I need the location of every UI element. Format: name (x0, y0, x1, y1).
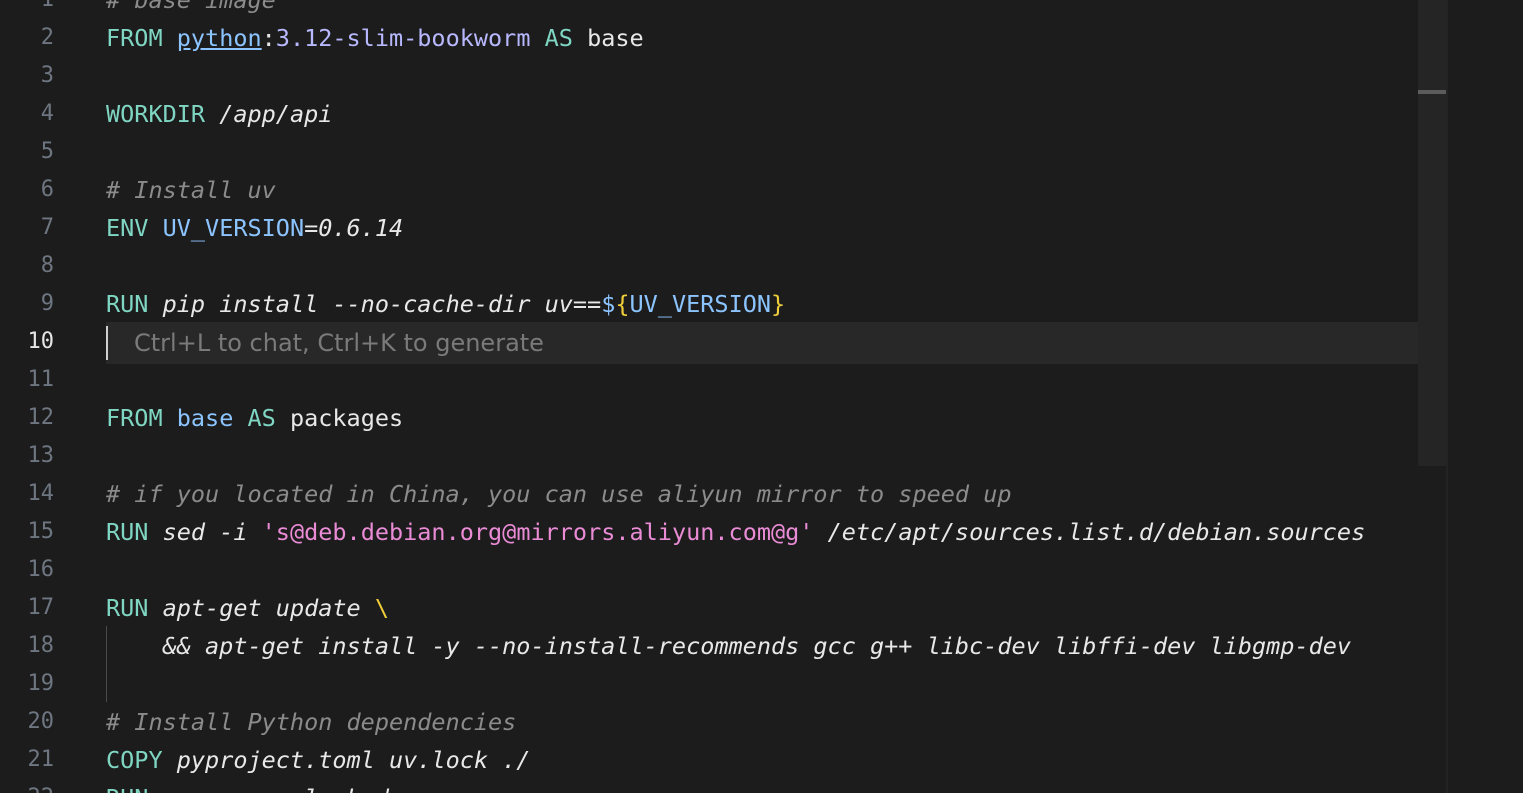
keyword-from: FROM (106, 404, 163, 432)
keyword-run: RUN (106, 784, 148, 793)
line-number: 7 (40, 215, 54, 240)
env-var-name: UV_VERSION (162, 214, 305, 242)
comment: # if you located in China, you can use a… (106, 480, 1012, 508)
line-number: 9 (40, 291, 54, 316)
code-line-5[interactable]: 5 (0, 133, 1446, 171)
line-number: 4 (40, 101, 54, 126)
run-command: apt-get update (162, 594, 361, 622)
image-name-link[interactable]: python (177, 24, 262, 52)
colon: : (261, 24, 276, 52)
keyword-env: ENV (106, 214, 149, 242)
keyword-as: AS (544, 24, 573, 52)
base-stage-ref: base (176, 404, 234, 432)
line-number: 15 (27, 519, 55, 544)
line-number: 12 (27, 405, 55, 430)
code-line-17[interactable]: 17 RUN apt-get update \ (0, 589, 1446, 627)
code-line-21[interactable]: 21 COPY pyproject.toml uv.lock ./ (0, 741, 1446, 779)
line-number: 18 (27, 633, 55, 658)
text-cursor (106, 326, 108, 360)
code-line-1[interactable]: 1 # base image (0, 0, 1446, 19)
code-line-18[interactable]: 18 && apt-get install -y --no-install-re… (0, 627, 1446, 665)
keyword-copy: COPY (106, 746, 163, 774)
open-brace: { (615, 290, 630, 318)
inline-chat-hint: Ctrl+L to chat, Ctrl+K to generate (134, 329, 544, 357)
dollar-sign: $ (601, 290, 616, 318)
line-continuation: \ (374, 594, 389, 622)
code-line-7[interactable]: 7 ENV UV_VERSION=0.6.14 (0, 209, 1446, 247)
line-number: 3 (40, 63, 54, 88)
line-number: 17 (27, 595, 55, 620)
line-number: 20 (27, 709, 55, 734)
line-number: 5 (40, 139, 54, 164)
close-brace: } (771, 290, 786, 318)
code-line-4[interactable]: 4 WORKDIR /app/api (0, 95, 1446, 133)
run-command: sed -i (162, 518, 248, 546)
code-line-12[interactable]: 12 FROM base AS packages (0, 399, 1446, 437)
keyword-run: RUN (106, 290, 149, 318)
code-line-2[interactable]: 2 FROM python:3.12-slim-bookworm AS base (0, 19, 1446, 57)
line-number-active: 10 (27, 329, 55, 354)
code-line-22[interactable]: 22 RUN uv sync --locked (0, 779, 1446, 793)
comment: # base image (106, 0, 276, 14)
code-line-19[interactable]: 19 (0, 665, 1446, 703)
run-command: uv sync --locked (163, 784, 389, 793)
code-line-9[interactable]: 9 RUN pip install --no-cache-dir uv==${U… (0, 285, 1446, 323)
keyword-from: FROM (106, 24, 163, 52)
workdir-path: /app/api (219, 100, 333, 128)
comment: # Install Python dependencies (106, 708, 517, 736)
code-line-16[interactable]: 16 (0, 551, 1446, 589)
copy-args: pyproject.toml uv.lock ./ (176, 746, 531, 774)
current-line-highlight[interactable]: Ctrl+L to chat, Ctrl+K to generate (106, 322, 1446, 364)
run-command-continued: && apt-get install -y --no-install-recom… (106, 632, 1352, 660)
line-number: 16 (27, 557, 55, 582)
code-editor[interactable]: 1 # base image 2 FROM python:3.12-slim-b… (0, 0, 1523, 793)
line-number: 1 (0, 0, 54, 19)
equals-sign: = (304, 214, 319, 242)
keyword-workdir: WORKDIR (106, 100, 206, 128)
line-number: 6 (40, 177, 54, 202)
code-line-13[interactable]: 13 (0, 437, 1446, 475)
keyword-run: RUN (106, 594, 149, 622)
code-line-15[interactable]: 15 RUN sed -i 's@deb.debian.org@mirrors.… (0, 513, 1446, 551)
line-number: 11 (27, 367, 55, 392)
code-area[interactable]: 1 # base image 2 FROM python:3.12-slim-b… (0, 0, 1446, 793)
line-number: 8 (40, 253, 54, 278)
comment: # Install uv (106, 176, 276, 204)
stage-name: base (587, 24, 644, 52)
line-number: 19 (27, 671, 55, 696)
stage-name: packages (289, 404, 404, 432)
line-number: 14 (27, 481, 55, 506)
line-number: 21 (27, 747, 55, 772)
keyword-run: RUN (106, 518, 149, 546)
image-tag: 3.12-slim-bookworm (275, 24, 531, 52)
variable-reference: UV_VERSION (629, 290, 772, 318)
file-path: /etc/apt/sources.list.d/debian.sources (827, 518, 1366, 546)
line-number: 22 (0, 779, 55, 793)
code-line-11[interactable]: 11 (0, 361, 1446, 399)
string-literal: 's@deb.debian.org@mirrors.aliyun.com@g' (261, 518, 814, 546)
minimap-cursor-marker (1418, 90, 1446, 94)
run-command: pip install --no-cache-dir uv== (162, 290, 602, 318)
vertical-scrollbar[interactable] (1448, 0, 1523, 793)
minimap[interactable] (1418, 0, 1446, 466)
env-var-value: 0.6.14 (318, 214, 404, 242)
code-line-20[interactable]: 20 # Install Python dependencies (0, 703, 1446, 741)
code-line-6[interactable]: 6 # Install uv (0, 171, 1446, 209)
line-number: 13 (27, 443, 55, 468)
code-line-14[interactable]: 14 # if you located in China, you can us… (0, 475, 1446, 513)
keyword-as: AS (247, 404, 276, 432)
code-line-3[interactable]: 3 (0, 57, 1446, 95)
indent-guide (106, 626, 107, 702)
line-number: 2 (40, 25, 54, 50)
code-line-8[interactable]: 8 (0, 247, 1446, 285)
